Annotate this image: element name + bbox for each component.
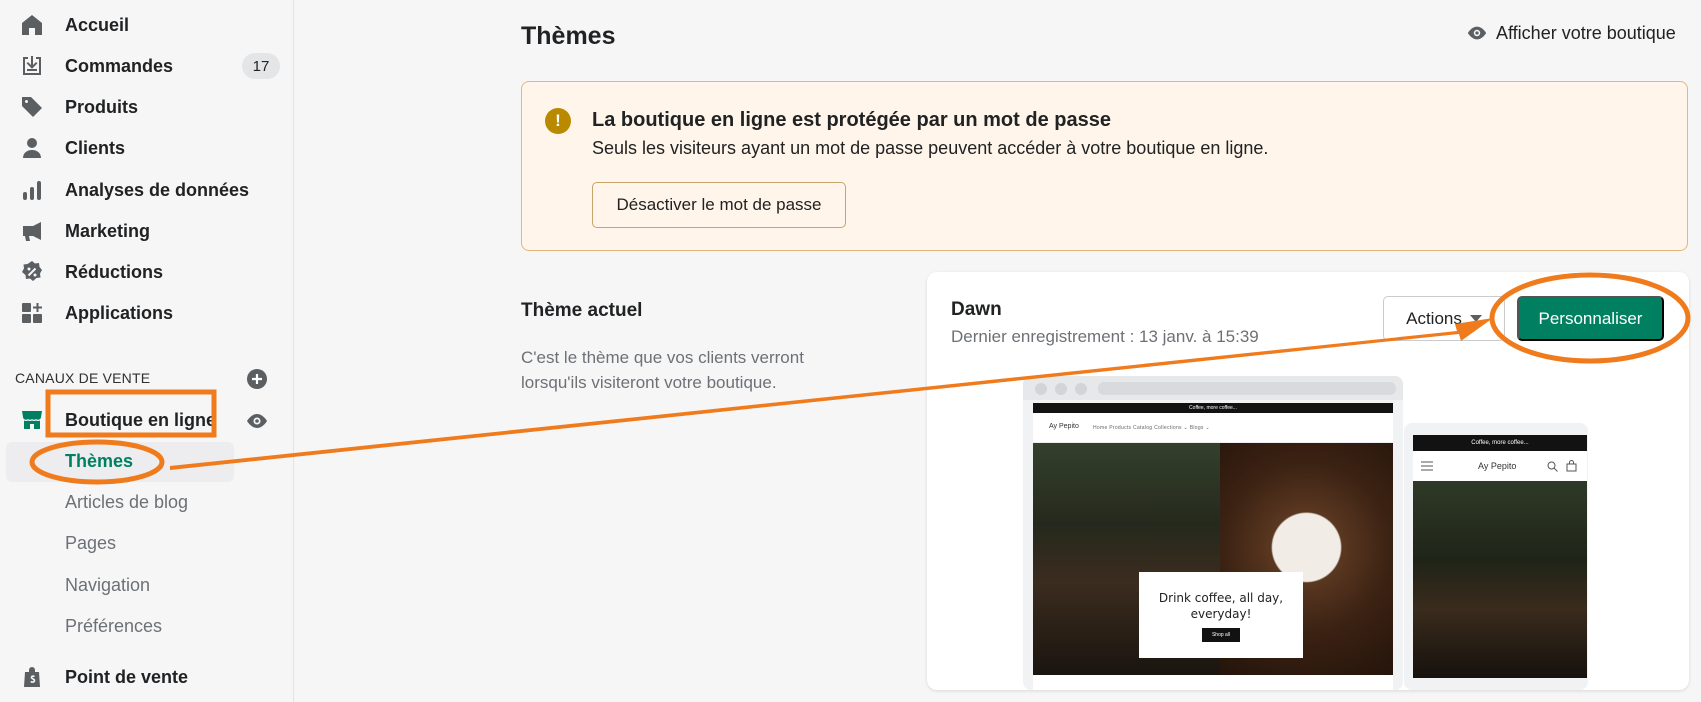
shop-all-button: Shop all bbox=[1202, 628, 1240, 642]
search-icon bbox=[1547, 461, 1558, 472]
sidebar-item-label: Accueil bbox=[65, 14, 130, 35]
sidebar-item-apps[interactable]: Applications bbox=[0, 294, 294, 332]
sidebar-item-label: Point de vente bbox=[65, 666, 189, 687]
store-icon bbox=[20, 408, 44, 432]
banner-title: La boutique en ligne est protégée par un… bbox=[592, 109, 1111, 131]
cart-icon bbox=[1566, 460, 1577, 472]
sidebar-item-label: Produits bbox=[65, 96, 139, 117]
customize-button[interactable]: Personnaliser bbox=[1517, 296, 1664, 341]
store-nav: Ay Pepito Home Products Catalog Collecti… bbox=[1033, 413, 1393, 443]
hero-text-box: Drink coffee, all day, everyday! Shop al… bbox=[1139, 572, 1303, 658]
browser-bar bbox=[1023, 376, 1403, 400]
orders-icon bbox=[20, 54, 44, 78]
sidebar-item-orders[interactable]: Commandes 17 bbox=[0, 47, 294, 85]
sales-channels-heading: CANAUX DE VENTE bbox=[15, 370, 151, 386]
sidebar-subitem-pages[interactable]: Pages bbox=[65, 533, 116, 554]
megaphone-icon bbox=[20, 219, 44, 243]
eye-icon[interactable] bbox=[245, 409, 269, 433]
window-dot bbox=[1075, 383, 1087, 395]
sidebar-item-label: Applications bbox=[65, 302, 174, 323]
store-logo: Ay Pepito bbox=[1049, 423, 1079, 430]
shopify-bag-icon bbox=[20, 665, 44, 689]
sidebar-item-label: Commandes bbox=[65, 55, 174, 76]
orders-count-badge: 17 bbox=[242, 53, 280, 79]
caret-down-icon bbox=[1469, 315, 1482, 322]
window-dot bbox=[1035, 383, 1047, 395]
current-theme-description: C'est le thème que vos clients verront l… bbox=[521, 348, 804, 392]
apps-icon bbox=[20, 301, 44, 325]
sidebar-subitem-themes[interactable]: Thèmes bbox=[65, 451, 133, 472]
desktop-store-preview: Coffee, more coffee... Ay Pepito Home Pr… bbox=[1033, 403, 1393, 690]
theme-name: Dawn bbox=[951, 299, 1002, 320]
analytics-icon bbox=[20, 178, 44, 202]
sidebar-item-label: Réductions bbox=[65, 261, 164, 282]
announcement-bar: Coffee, more coffee... bbox=[1033, 403, 1393, 413]
theme-card: Dawn Dernier enregistrement : 13 janv. à… bbox=[927, 272, 1689, 690]
sidebar-item-customers[interactable]: Clients bbox=[0, 129, 294, 167]
banner-text: Seuls les visiteurs ayant un mot de pass… bbox=[592, 138, 1269, 158]
sidebar-item-products[interactable]: Produits bbox=[0, 88, 294, 126]
sidebar-item-analytics[interactable]: Analyses de données bbox=[0, 171, 294, 209]
sidebar-subitem-blog-posts[interactable]: Articles de blog bbox=[65, 492, 188, 513]
desktop-preview[interactable]: Coffee, more coffee... Ay Pepito Home Pr… bbox=[1023, 376, 1403, 690]
mobile-store-preview: Coffee, more coffee... Ay Pepito bbox=[1413, 435, 1587, 678]
tag-icon bbox=[20, 95, 44, 119]
page-title: Thèmes bbox=[521, 22, 616, 50]
eye-icon bbox=[1467, 26, 1487, 40]
store-menu: Home Products Catalog Collections ⌄ Blog… bbox=[1093, 425, 1210, 431]
sidebar-item-home[interactable]: Accueil bbox=[0, 6, 294, 44]
sidebar-item-marketing[interactable]: Marketing bbox=[0, 212, 294, 250]
hero-text: Drink coffee, all day, everyday! bbox=[1158, 591, 1284, 621]
home-icon bbox=[20, 13, 44, 37]
view-store-link[interactable]: Afficher votre boutique bbox=[1466, 22, 1676, 44]
mobile-preview[interactable]: Coffee, more coffee... Ay Pepito bbox=[1404, 423, 1588, 690]
sidebar-item-label: Analyses de données bbox=[65, 179, 250, 200]
mobile-store-nav: Ay Pepito bbox=[1413, 451, 1587, 481]
discount-icon bbox=[20, 260, 44, 284]
url-bar bbox=[1098, 382, 1396, 395]
menu-icon bbox=[1421, 461, 1433, 471]
sidebar-item-label: Boutique en ligne bbox=[65, 409, 216, 430]
add-channel-icon[interactable] bbox=[246, 368, 268, 390]
warning-icon: ! bbox=[545, 108, 571, 134]
sidebar-subitem-navigation[interactable]: Navigation bbox=[65, 575, 150, 596]
current-theme-heading: Thème actuel bbox=[521, 300, 643, 321]
store-logo: Ay Pepito bbox=[1478, 461, 1517, 471]
disable-password-button[interactable]: Désactiver le mot de passe bbox=[592, 182, 846, 228]
theme-last-saved: Dernier enregistrement : 13 janv. à 15:3… bbox=[951, 327, 1259, 346]
password-warning-banner: ! La boutique en ligne est protégée par … bbox=[521, 81, 1688, 251]
view-store-label: Afficher votre boutique bbox=[1496, 22, 1676, 43]
sidebar-item-label: Marketing bbox=[65, 220, 151, 241]
actions-label: Actions bbox=[1406, 308, 1462, 328]
hero-image: Drink coffee, all day, everyday! Shop al… bbox=[1033, 443, 1393, 675]
window-dot bbox=[1055, 383, 1067, 395]
actions-button[interactable]: Actions bbox=[1383, 296, 1505, 341]
sidebar-item-pos[interactable]: Point de vente bbox=[0, 658, 294, 696]
sidebar-item-discounts[interactable]: Réductions bbox=[0, 253, 294, 291]
person-icon bbox=[20, 136, 44, 160]
announcement-bar: Coffee, more coffee... bbox=[1413, 435, 1587, 451]
sidebar: Accueil Commandes 17 Produits Clients An… bbox=[0, 0, 294, 702]
mobile-hero-image bbox=[1413, 481, 1587, 678]
sidebar-subitem-preferences[interactable]: Préférences bbox=[65, 616, 162, 637]
sidebar-item-label: Clients bbox=[65, 137, 126, 158]
